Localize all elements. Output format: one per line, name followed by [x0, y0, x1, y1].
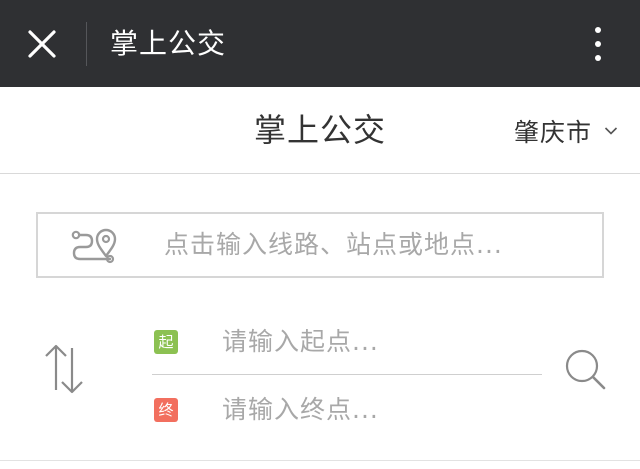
title-bar: 掌上公交 [0, 0, 640, 87]
route-search-button[interactable] [562, 346, 608, 392]
more-button[interactable] [584, 22, 612, 66]
search-icon [565, 349, 606, 390]
more-vertical-icon [595, 27, 601, 33]
close-icon [28, 30, 56, 58]
page-header: 掌上公交 肇庆市 [0, 87, 640, 174]
origin-placeholder: 请输入起点... [222, 327, 379, 356]
route-pin-icon [71, 228, 117, 264]
destination-badge: 终 [154, 398, 178, 422]
origin-badge: 起 [154, 330, 178, 354]
city-selector[interactable]: 肇庆市 [514, 113, 618, 149]
destination-placeholder: 请输入终点... [222, 395, 379, 424]
title-bar-divider [86, 22, 87, 66]
chevron-down-icon [604, 126, 618, 136]
route-planner: 起 请输入起点... 终 请输入终点... [0, 300, 640, 460]
swap-arrows-icon [45, 344, 83, 394]
search-input[interactable]: 点击输入线路、站点或地点... [36, 212, 604, 278]
city-label: 肇庆市 [513, 118, 592, 147]
route-divider [152, 374, 542, 375]
destination-input[interactable]: 终 请输入终点... [152, 380, 542, 440]
window-title: 掌上公交 [110, 27, 227, 60]
swap-button[interactable] [38, 340, 90, 398]
search-placeholder: 点击输入线路、站点或地点... [164, 230, 503, 259]
bottom-divider [0, 460, 640, 461]
origin-input[interactable]: 起 请输入起点... [152, 312, 542, 372]
close-button[interactable] [22, 24, 62, 64]
